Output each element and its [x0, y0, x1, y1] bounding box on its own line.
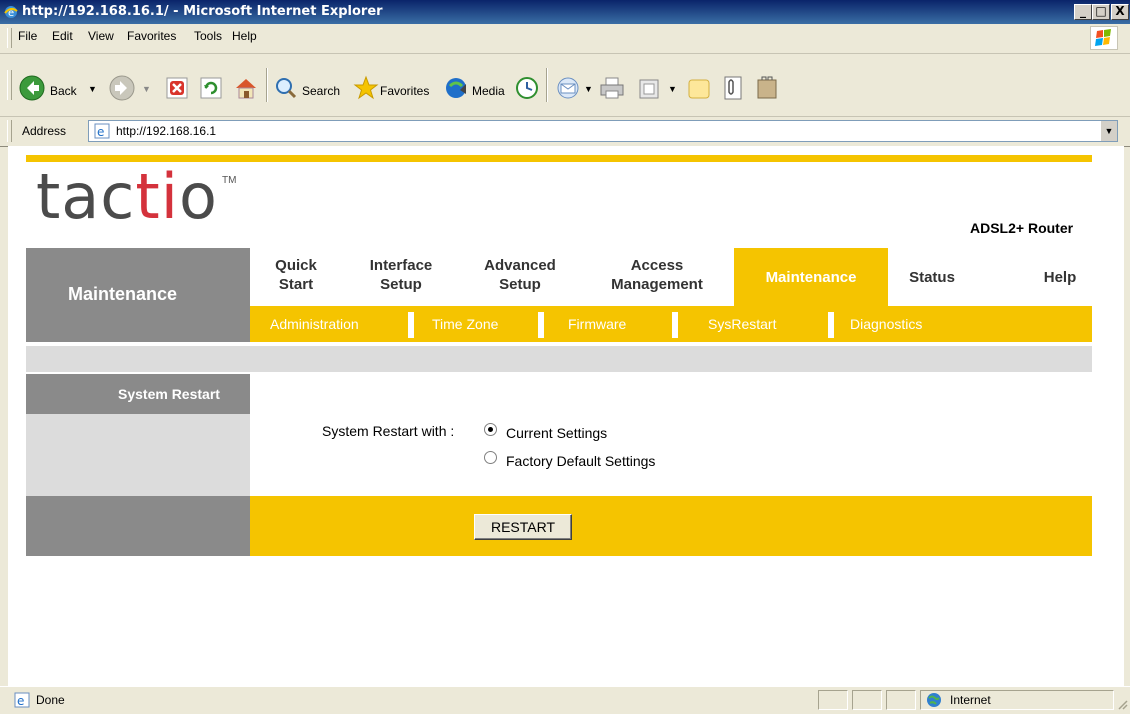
favorites-star-icon[interactable] — [352, 74, 380, 102]
nav-access-management[interactable]: Access Management — [596, 256, 718, 294]
title-bar: e http://192.168.16.1/ - Microsoft Inter… — [0, 0, 1130, 24]
favorites-button-label[interactable]: Favorites — [380, 84, 429, 98]
menu-favorites[interactable]: Favorites — [127, 29, 176, 43]
radio-current-settings[interactable] — [484, 423, 497, 436]
svg-text:e: e — [97, 125, 104, 139]
subnav-divider — [408, 312, 414, 338]
option-factory-default[interactable]: Factory Default Settings — [506, 453, 655, 469]
address-grip — [7, 120, 12, 142]
toolbar-separator — [266, 68, 268, 102]
messenger-icon[interactable] — [754, 74, 780, 102]
menu-edit[interactable]: Edit — [52, 29, 73, 43]
action-bar — [250, 496, 1092, 556]
maximize-button[interactable]: □ — [1092, 4, 1110, 20]
toolbar-grip — [7, 70, 12, 100]
status-text: Done — [36, 693, 65, 707]
back-icon[interactable] — [18, 74, 46, 102]
nav-quick-start[interactable]: Quick Start — [266, 256, 326, 294]
nav-status[interactable]: Status — [894, 268, 970, 287]
menu-file[interactable]: File — [18, 29, 37, 43]
subnav-sysrestart[interactable]: SysRestart — [708, 316, 776, 332]
back-dropdown-icon[interactable]: ▼ — [88, 84, 97, 94]
ie-window-icon: e — [4, 6, 18, 19]
media-button-label[interactable]: Media — [472, 84, 505, 98]
panel-title: System Restart — [118, 386, 220, 402]
subnav-time-zone[interactable]: Time Zone — [432, 316, 498, 332]
nav-advanced-setup[interactable]: Advanced Setup — [470, 256, 570, 294]
subnav-divider — [538, 312, 544, 338]
close-button[interactable]: X — [1111, 4, 1129, 20]
subnav-divider — [828, 312, 834, 338]
search-button-label[interactable]: Search — [302, 84, 340, 98]
window-title: http://192.168.16.1/ - Microsoft Interne… — [22, 4, 383, 19]
minimize-button[interactable]: _ — [1074, 4, 1092, 20]
restart-with-label: System Restart with : — [322, 423, 455, 439]
forward-dropdown-icon[interactable]: ▼ — [142, 84, 151, 94]
nav-maintenance[interactable]: Maintenance — [738, 268, 884, 287]
mail-dropdown-icon[interactable]: ▼ — [584, 84, 593, 94]
tactio-logo: tactio — [36, 160, 218, 233]
discuss-icon[interactable] — [686, 76, 712, 102]
page-icon: e — [94, 123, 110, 139]
menu-grip — [7, 28, 12, 48]
subnav-firmware[interactable]: Firmware — [568, 316, 626, 332]
nav-interface-setup[interactable]: Interface Setup — [356, 256, 446, 294]
forward-icon[interactable] — [108, 74, 136, 102]
status-panel — [852, 690, 882, 710]
radio-factory-default[interactable] — [484, 451, 497, 464]
address-url[interactable]: http://192.168.16.1 — [116, 124, 216, 138]
router-model: ADSL2+ Router — [970, 220, 1074, 236]
zone-text: Internet — [950, 693, 991, 707]
subnav-diagnostics[interactable]: Diagnostics — [850, 316, 922, 332]
subnav-divider — [672, 312, 678, 338]
status-panel — [886, 690, 916, 710]
back-button-label[interactable]: Back — [50, 84, 77, 98]
status-panel — [818, 690, 848, 710]
resize-grip-icon[interactable] — [1116, 698, 1128, 710]
stop-icon[interactable] — [164, 75, 190, 101]
media-icon[interactable] — [444, 76, 470, 100]
search-icon[interactable] — [274, 76, 298, 100]
refresh-icon[interactable] — [198, 75, 224, 101]
mail-icon[interactable] — [554, 76, 582, 100]
nav-help[interactable]: Help — [1030, 268, 1090, 287]
research-icon[interactable] — [720, 74, 746, 102]
print-icon[interactable] — [598, 76, 626, 100]
action-left-block — [26, 496, 250, 556]
svg-text:e: e — [8, 8, 14, 19]
restart-button[interactable]: RESTART — [474, 514, 572, 540]
radio-checked-dot — [488, 427, 493, 432]
windows-logo-icon — [1090, 26, 1118, 50]
section-title: Maintenance — [68, 284, 178, 304]
page-done-icon: e — [14, 692, 30, 708]
subnav-administration[interactable]: Administration — [270, 316, 359, 332]
history-icon[interactable] — [514, 75, 540, 101]
menu-view[interactable]: View — [88, 29, 114, 43]
svg-text:e: e — [17, 694, 24, 708]
address-label: Address — [22, 124, 67, 138]
panel-left-fill — [26, 414, 250, 496]
address-input[interactable] — [88, 120, 1118, 142]
internet-zone-icon — [926, 692, 942, 708]
spacer-strip — [26, 346, 1092, 372]
trademark-mark: TM — [222, 175, 237, 186]
edit-dropdown-icon[interactable]: ▼ — [668, 84, 677, 94]
subnav-bar — [250, 306, 1092, 342]
menu-tools[interactable]: Tools — [194, 29, 222, 43]
home-icon[interactable] — [232, 74, 260, 102]
menu-help[interactable]: Help — [232, 29, 257, 43]
address-dropdown-icon[interactable]: ▼ — [1100, 121, 1117, 141]
edit-page-icon[interactable] — [638, 78, 660, 100]
option-current-settings[interactable]: Current Settings — [506, 425, 607, 441]
toolbar-separator — [546, 68, 548, 102]
